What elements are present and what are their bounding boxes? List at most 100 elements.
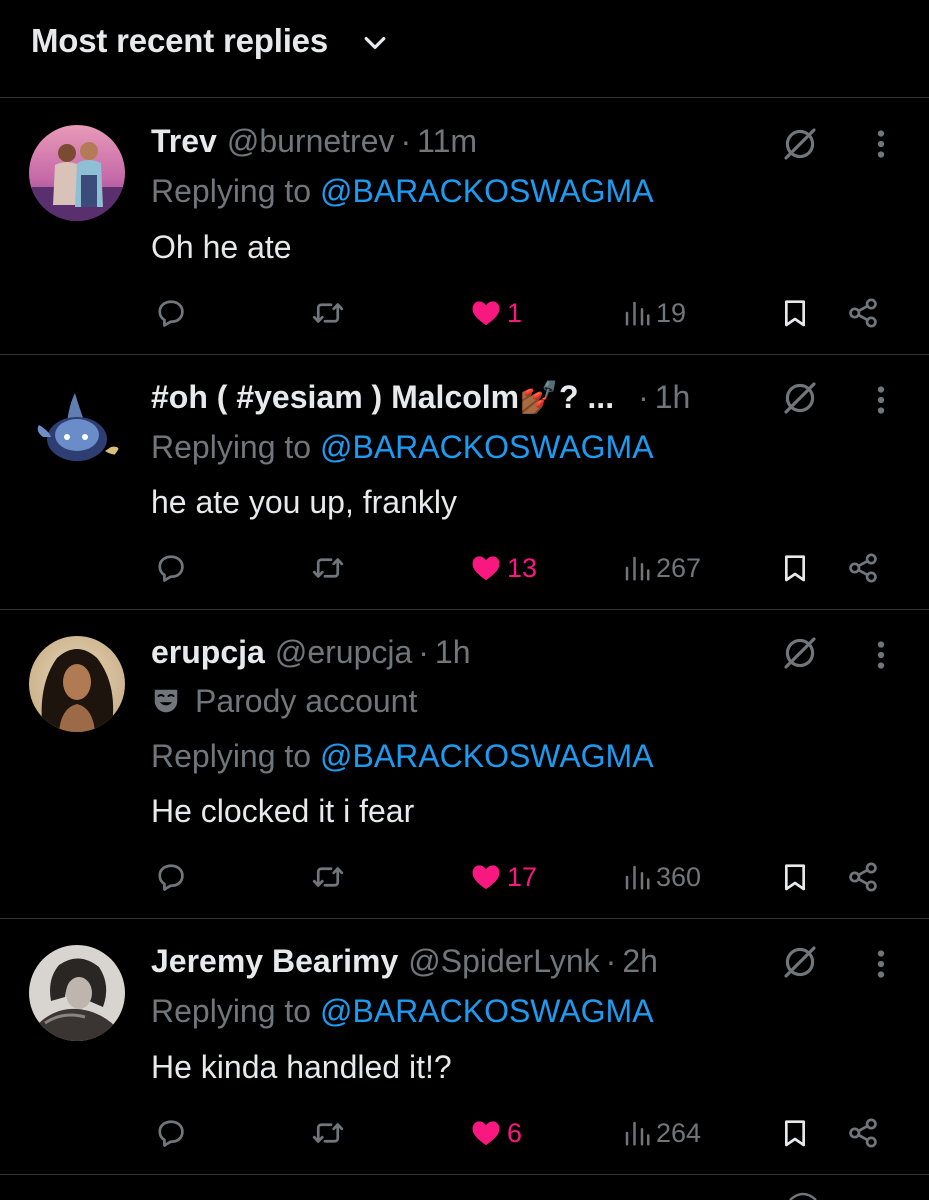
heart-icon — [472, 865, 500, 890]
reply-text: He kinda handled it!? — [151, 1049, 452, 1085]
reply-text: He clocked it i fear — [151, 793, 415, 829]
like-button[interactable]: 1 — [469, 289, 522, 337]
reply-item[interactable]: Trev @burnetrev · 11m Replying to @BARACKOS… — [0, 99, 929, 355]
grok-icon[interactable] — [779, 632, 821, 674]
retweet-icon — [312, 558, 344, 578]
separator: · — [400, 123, 412, 159]
mention-link[interactable]: @BARACKOSWAGMA — [320, 993, 654, 1029]
action-bar: 17 360 — [0, 853, 929, 901]
share-button[interactable] — [845, 544, 881, 592]
chevron-down-icon — [364, 37, 386, 49]
grok-icon[interactable] — [779, 941, 821, 983]
grok-icon[interactable] — [779, 123, 821, 165]
sort-replies-dropdown[interactable]: Most recent replies — [0, 0, 929, 98]
replying-prefix: Replying to — [151, 738, 320, 774]
timestamp[interactable]: 2h — [622, 943, 658, 979]
avatar[interactable] — [29, 377, 125, 473]
share-button[interactable] — [845, 1109, 881, 1157]
separator: · — [638, 379, 649, 415]
reply-button[interactable] — [153, 289, 189, 337]
mention-link[interactable]: @BARACKOSWAGMA — [320, 429, 654, 465]
retweet-icon — [312, 867, 344, 887]
reply-header: Trev @burnetrev · 11m — [151, 119, 477, 163]
sort-label: Most recent replies — [31, 22, 328, 59]
retweet-button[interactable] — [309, 853, 347, 901]
bookmark-button[interactable] — [779, 544, 811, 592]
reply-text: Oh he ate — [151, 229, 292, 265]
bookmark-button[interactable] — [779, 1109, 811, 1157]
user-handle[interactable]: @burnetrev — [227, 123, 395, 159]
reply-button[interactable] — [153, 544, 189, 592]
reply-button[interactable] — [153, 853, 189, 901]
replying-prefix: Replying to — [151, 429, 320, 465]
views-button[interactable]: 360 — [622, 853, 701, 901]
mention-link[interactable]: @BARACKOSWAGMA — [320, 173, 654, 209]
user-handle[interactable]: @erupcja — [275, 634, 412, 670]
more-vertical-icon[interactable] — [866, 943, 896, 985]
bookmark-button[interactable] — [779, 853, 811, 901]
replying-to: Replying to @BARACKOSWAGMA — [151, 734, 654, 778]
bookmark-button[interactable] — [779, 289, 811, 337]
timestamp[interactable]: 11m — [417, 123, 477, 159]
reply-item[interactable]: Jeremy Bearimy @SpiderLynk · 2h Replying to… — [0, 919, 929, 1175]
views-button[interactable]: 264 — [622, 1109, 701, 1157]
retweet-button[interactable] — [309, 1109, 347, 1157]
retweet-button[interactable] — [309, 544, 347, 592]
views-button[interactable]: 19 — [622, 289, 686, 337]
parody-badge: Parody account — [195, 683, 418, 719]
grok-icon[interactable] — [786, 1190, 820, 1200]
more-vertical-icon[interactable] — [866, 379, 896, 421]
user-handle[interactable]: @SpiderLynk — [408, 943, 599, 979]
action-bar: 6 264 — [0, 1109, 929, 1157]
bookmark-icon — [785, 555, 805, 582]
reply-item[interactable]: #oh ( #yesiam ) Malcolm💅🏾? ... · 1h Replyi… — [0, 355, 929, 610]
views-icon — [625, 301, 650, 326]
reply-header: #oh ( #yesiam ) Malcolm💅🏾? ... · 1h — [151, 375, 690, 419]
reply-item[interactable]: erupcja @erupcja · 1h Parody account Replyi… — [0, 610, 929, 919]
share-button[interactable] — [845, 853, 881, 901]
avatar[interactable] — [29, 125, 125, 221]
reply-header: erupcja @erupcja · 1h — [151, 630, 471, 674]
like-count: 17 — [507, 861, 538, 892]
avatar[interactable] — [29, 945, 125, 1041]
retweet-icon — [312, 1123, 344, 1143]
grok-icon[interactable] — [779, 377, 821, 419]
reply-icon — [158, 300, 184, 327]
retweet-button[interactable] — [309, 289, 347, 337]
avatar[interactable] — [29, 636, 125, 732]
like-button[interactable]: 13 — [469, 544, 537, 592]
parody-label: Parody account — [151, 679, 417, 723]
share-icon — [849, 862, 877, 892]
share-icon — [849, 1118, 877, 1148]
like-button[interactable]: 6 — [469, 1109, 522, 1157]
reply-button[interactable] — [153, 1109, 189, 1157]
timestamp[interactable]: 1h — [655, 379, 691, 415]
bookmark-icon — [785, 1120, 805, 1147]
share-icon — [849, 298, 877, 328]
retweet-icon — [312, 303, 344, 323]
replying-prefix: Replying to — [151, 173, 320, 209]
like-count: 6 — [507, 1117, 523, 1148]
action-bar: 13 267 — [0, 544, 929, 592]
views-button[interactable]: 267 — [622, 544, 701, 592]
mention-link[interactable]: @BARACKOSWAGMA — [320, 738, 654, 774]
views-icon — [625, 865, 650, 890]
replies-page: Most recent replies Trev @burnetrev · 11… — [0, 0, 929, 1200]
reply-icon — [158, 1120, 184, 1147]
timestamp[interactable]: 1h — [435, 634, 471, 670]
display-name[interactable]: Trev — [151, 123, 217, 159]
more-vertical-icon[interactable] — [866, 123, 896, 165]
display-name[interactable]: erupcja — [151, 634, 265, 670]
display-name[interactable]: #oh ( #yesiam ) Malcolm💅🏾? ... — [151, 379, 614, 415]
more-vertical-icon[interactable] — [866, 634, 896, 676]
share-button[interactable] — [845, 289, 881, 337]
replying-to: Replying to @BARACKOSWAGMA — [151, 169, 654, 213]
view-count: 360 — [656, 861, 702, 892]
view-count: 264 — [656, 1117, 702, 1148]
heart-icon — [472, 301, 500, 326]
like-count: 13 — [507, 552, 538, 583]
display-name[interactable]: Jeremy Bearimy — [151, 943, 398, 979]
views-icon — [625, 556, 650, 581]
share-icon — [849, 553, 877, 583]
like-button[interactable]: 17 — [469, 853, 537, 901]
